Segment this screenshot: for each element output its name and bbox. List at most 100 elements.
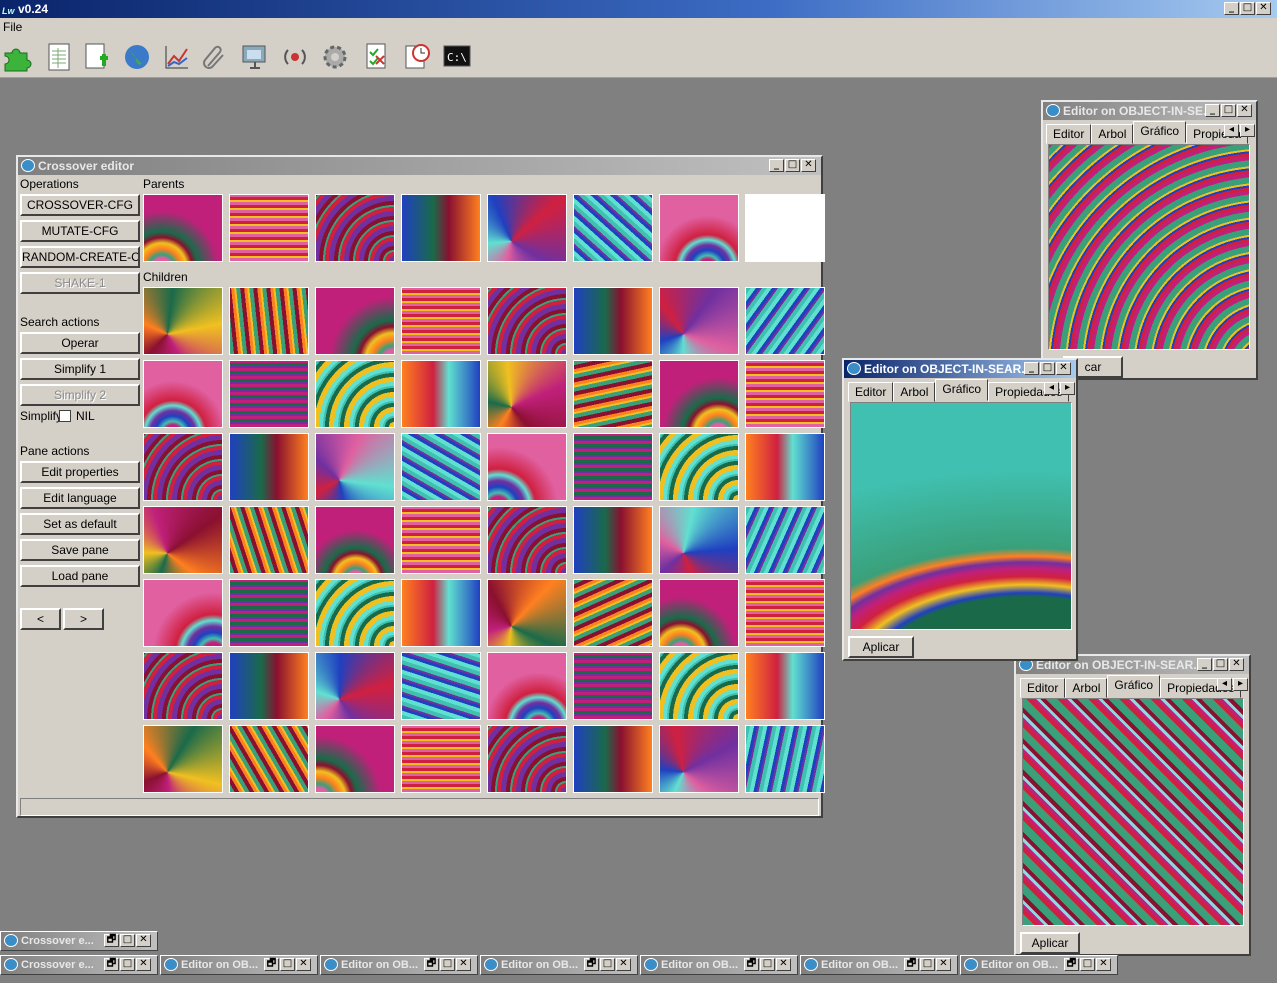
child-thumbnail[interactable] <box>745 287 825 355</box>
tab-scroll-left-icon[interactable]: ◂ <box>1044 382 1059 395</box>
parent-thumbnail[interactable] <box>573 194 653 262</box>
restore-button[interactable]: 🗗 <box>744 958 759 971</box>
close-button[interactable]: ✕ <box>136 934 151 947</box>
child-thumbnail[interactable] <box>143 506 223 574</box>
child-thumbnail[interactable] <box>143 652 223 720</box>
maximize-button[interactable]: □ <box>280 958 295 971</box>
parent-thumbnail[interactable] <box>659 194 739 262</box>
child-thumbnail[interactable] <box>315 360 395 428</box>
maximize-button[interactable]: □ <box>785 159 800 172</box>
maximize-button[interactable]: □ <box>120 934 135 947</box>
minimized-window[interactable]: Editor on OB... 🗗 □ ✕ <box>960 955 1118 975</box>
child-thumbnail[interactable] <box>229 652 309 720</box>
child-thumbnail[interactable] <box>143 433 223 501</box>
close-button[interactable]: ✕ <box>1256 2 1271 15</box>
simplify-2-button[interactable]: Simplify 2 <box>20 384 140 406</box>
maximize-button[interactable]: □ <box>1080 958 1095 971</box>
child-thumbnail[interactable] <box>573 360 653 428</box>
close-button[interactable]: ✕ <box>1056 362 1071 375</box>
child-thumbnail[interactable] <box>229 360 309 428</box>
clock-document-icon[interactable] <box>400 40 434 74</box>
child-thumbnail[interactable] <box>659 725 739 793</box>
child-thumbnail[interactable] <box>487 433 567 501</box>
minimized-window[interactable]: Editor on OB... 🗗 □ ✕ <box>320 955 478 975</box>
restore-button[interactable]: 🗗 <box>584 958 599 971</box>
apply-button[interactable]: Aplicar <box>848 636 914 658</box>
random-create-cfg-button[interactable]: RANDOM-CREATE-CFG <box>20 246 140 268</box>
child-thumbnail[interactable] <box>745 360 825 428</box>
set-as-default-button[interactable]: Set as default <box>20 513 140 535</box>
checklist-icon[interactable] <box>360 40 394 74</box>
child-thumbnail[interactable] <box>315 506 395 574</box>
parent-thumbnail[interactable] <box>745 194 825 262</box>
minimize-button[interactable]: _ <box>1024 362 1039 375</box>
maximize-button[interactable]: □ <box>1040 362 1055 375</box>
mutate-cfg-button[interactable]: MUTATE-CFG <box>20 220 140 242</box>
child-thumbnail[interactable] <box>315 579 395 647</box>
close-button[interactable]: ✕ <box>1096 958 1111 971</box>
puzzle-icon[interactable] <box>0 40 34 74</box>
child-thumbnail[interactable] <box>401 360 481 428</box>
child-thumbnail[interactable] <box>229 506 309 574</box>
child-thumbnail[interactable] <box>745 725 825 793</box>
child-thumbnail[interactable] <box>573 433 653 501</box>
parent-thumbnail[interactable] <box>315 194 395 262</box>
tab-editor[interactable]: Editor <box>1020 678 1066 698</box>
maximize-button[interactable]: □ <box>1221 104 1236 117</box>
child-thumbnail[interactable] <box>401 652 481 720</box>
close-button[interactable]: ✕ <box>1237 104 1252 117</box>
child-thumbnail[interactable] <box>487 360 567 428</box>
close-button[interactable]: ✕ <box>296 958 311 971</box>
operar-button[interactable]: Operar <box>20 332 140 354</box>
restore-button[interactable]: 🗗 <box>264 958 279 971</box>
globe-icon[interactable] <box>120 40 154 74</box>
paperclip-icon[interactable] <box>198 40 232 74</box>
tab-scroll-right-icon[interactable]: ▸ <box>1240 124 1255 137</box>
close-button[interactable]: ✕ <box>616 958 631 971</box>
child-thumbnail[interactable] <box>229 433 309 501</box>
child-thumbnail[interactable] <box>315 652 395 720</box>
maximize-button[interactable]: □ <box>440 958 455 971</box>
tab-arbol[interactable]: Arbol <box>1065 678 1108 698</box>
prev-button[interactable]: < <box>20 608 61 630</box>
edit-language-button[interactable]: Edit language <box>20 487 140 509</box>
child-thumbnail[interactable] <box>401 725 481 793</box>
child-thumbnail[interactable] <box>229 287 309 355</box>
child-thumbnail[interactable] <box>659 287 739 355</box>
minimized-window[interactable]: Crossover e... 🗗 □ ✕ <box>0 931 158 951</box>
gear-icon[interactable] <box>318 40 352 74</box>
load-pane-button[interactable]: Load pane <box>20 565 140 587</box>
close-button[interactable]: ✕ <box>456 958 471 971</box>
maximize-button[interactable]: □ <box>600 958 615 971</box>
spreadsheet-icon[interactable] <box>42 40 76 74</box>
child-thumbnail[interactable] <box>401 433 481 501</box>
tab-scroll-right-icon[interactable]: ▸ <box>1060 382 1075 395</box>
restore-button[interactable]: 🗗 <box>424 958 439 971</box>
tab-scroll-right-icon[interactable]: ▸ <box>1233 678 1248 691</box>
new-document-icon[interactable] <box>80 40 114 74</box>
simplify-1-button[interactable]: Simplify 1 <box>20 358 140 380</box>
minimize-button[interactable]: _ <box>1205 104 1220 117</box>
child-thumbnail[interactable] <box>573 725 653 793</box>
monitor-icon[interactable] <box>238 40 272 74</box>
minimized-window[interactable]: Editor on OB... 🗗 □ ✕ <box>640 955 798 975</box>
child-thumbnail[interactable] <box>143 287 223 355</box>
minimize-button[interactable]: _ <box>1224 2 1239 15</box>
child-thumbnail[interactable] <box>573 287 653 355</box>
maximize-button[interactable]: □ <box>1213 658 1228 671</box>
child-thumbnail[interactable] <box>487 506 567 574</box>
child-thumbnail[interactable] <box>745 506 825 574</box>
shake-1-button[interactable]: SHAKE-1 <box>20 272 140 294</box>
minimize-button[interactable]: _ <box>769 159 784 172</box>
child-thumbnail[interactable] <box>659 360 739 428</box>
maximize-button[interactable]: □ <box>760 958 775 971</box>
parent-thumbnail[interactable] <box>401 194 481 262</box>
child-thumbnail[interactable] <box>401 506 481 574</box>
child-thumbnail[interactable] <box>745 579 825 647</box>
tab-grafico[interactable]: Gráfico <box>1107 675 1161 697</box>
restore-button[interactable]: 🗗 <box>104 958 119 971</box>
child-thumbnail[interactable] <box>573 652 653 720</box>
child-thumbnail[interactable] <box>659 433 739 501</box>
close-button[interactable]: ✕ <box>136 958 151 971</box>
child-thumbnail[interactable] <box>315 287 395 355</box>
